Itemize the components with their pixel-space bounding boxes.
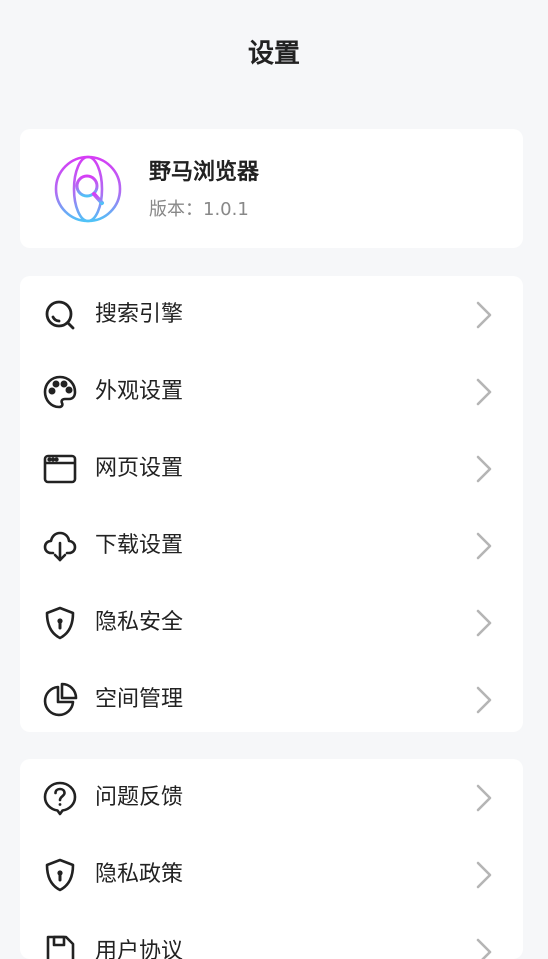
chevron-right-icon [475, 454, 493, 484]
menu-item-label: 空间管理 [95, 685, 183, 715]
chevron-right-icon [475, 377, 493, 407]
menu-item-label: 问题反馈 [95, 783, 183, 813]
menu-item-user-agreement[interactable]: 用户协议 [20, 913, 523, 959]
menu-item-appearance[interactable]: 外观设置 [20, 353, 523, 430]
chevron-right-icon [475, 685, 493, 715]
cloud-download-icon [42, 528, 78, 564]
menu-item-storage[interactable]: 空间管理 [20, 661, 523, 732]
chevron-right-icon [475, 608, 493, 638]
question-bubble-icon [42, 780, 78, 816]
menu-item-label: 外观设置 [95, 377, 183, 407]
menu-item-label: 隐私政策 [95, 860, 183, 890]
menu-item-privacy-policy[interactable]: 隐私政策 [20, 836, 523, 913]
app-version: 版本：1.0.1 [149, 197, 249, 223]
menu-item-download[interactable]: 下载设置 [20, 507, 523, 584]
shield-lock-icon [42, 857, 78, 893]
menu-item-webpage[interactable]: 网页设置 [20, 430, 523, 507]
pie-chart-icon [42, 682, 78, 718]
settings-menu-group-1: 搜索引擎 外观设置 [20, 276, 523, 732]
menu-item-label: 下载设置 [95, 531, 183, 561]
app-info-card: 野马浏览器 版本：1.0.1 [20, 129, 523, 248]
menu-item-privacy-security[interactable]: 隐私安全 [20, 584, 523, 661]
shield-lock-icon [42, 605, 78, 641]
app-name: 野马浏览器 [149, 157, 259, 189]
browser-window-icon [42, 451, 78, 487]
globe-search-icon [52, 153, 124, 225]
chevron-right-icon [475, 783, 493, 813]
palette-icon [42, 374, 78, 410]
page-title: 设置 [0, 36, 548, 72]
menu-item-label: 搜索引擎 [95, 300, 183, 330]
menu-item-label: 用户协议 [95, 937, 183, 959]
menu-item-search-engine[interactable]: 搜索引擎 [20, 276, 523, 353]
menu-item-feedback[interactable]: 问题反馈 [20, 759, 523, 836]
chevron-right-icon [475, 860, 493, 890]
chevron-right-icon [475, 937, 493, 959]
chevron-right-icon [475, 300, 493, 330]
menu-item-label: 隐私安全 [95, 608, 183, 638]
search-icon [42, 297, 78, 333]
document-icon [42, 934, 78, 959]
menu-item-label: 网页设置 [95, 454, 183, 484]
settings-menu-group-2: 问题反馈 隐私政策 用户协议 [20, 759, 523, 959]
chevron-right-icon [475, 531, 493, 561]
